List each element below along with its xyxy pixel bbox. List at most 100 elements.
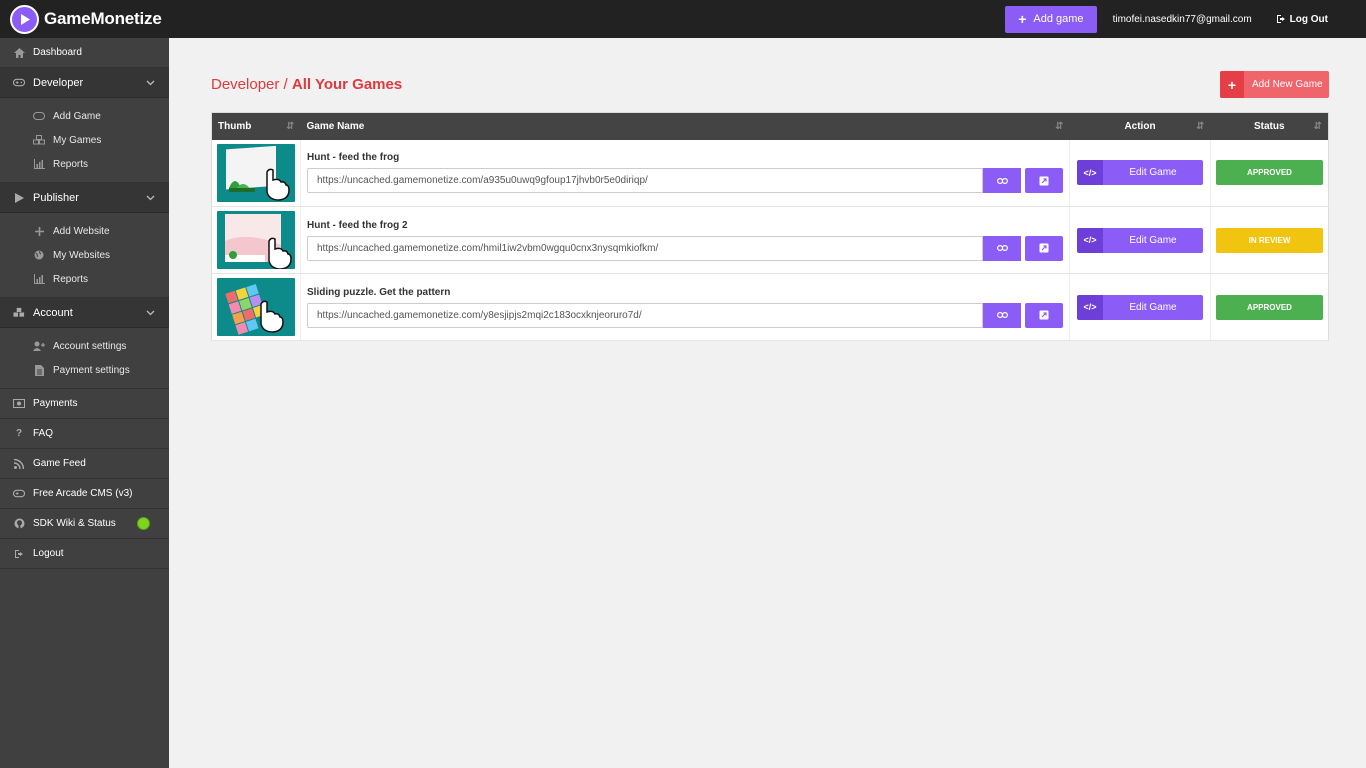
rss-icon — [13, 458, 25, 470]
sidebar-item-account-settings[interactable]: Account settings — [0, 334, 169, 358]
sidebar-item-game-feed[interactable]: Game Feed — [0, 449, 169, 479]
add-game-label: Add game — [1033, 13, 1084, 25]
add-new-game-button[interactable]: + Add New Game — [1220, 71, 1329, 98]
sidebar-item-add-website[interactable]: Add Website — [0, 219, 169, 243]
column-header-label: Thumb — [218, 120, 252, 132]
page-title: All Your Games — [291, 76, 403, 93]
sidebar: Dashboard Developer Add Game My Games Re… — [0, 38, 169, 768]
sidebar-item-dashboard[interactable]: Dashboard — [0, 38, 169, 68]
action-cell: </> Edit Game — [1069, 139, 1211, 207]
column-header-label: Action — [1124, 120, 1156, 132]
logo[interactable]: GameMonetize — [0, 0, 169, 38]
cubes-icon — [33, 134, 45, 146]
sidebar-item-label: Logout — [33, 548, 64, 559]
game-url-field[interactable]: https://uncached.gamemonetize.com/hmil1i… — [307, 235, 983, 261]
play-logo-icon — [10, 4, 39, 34]
sidebar-item-reports[interactable]: Reports — [0, 152, 169, 176]
add-new-game-label: Add New Game — [1252, 79, 1323, 90]
home-icon — [13, 47, 25, 59]
external-link-icon — [1039, 310, 1049, 320]
money-icon — [13, 398, 25, 410]
open-link-button[interactable] — [1025, 302, 1063, 328]
game-thumbnail[interactable] — [217, 211, 295, 269]
top-bar: GameMonetize + Add game timofei.nasedkin… — [0, 0, 1366, 38]
external-link-icon — [1039, 176, 1049, 186]
logout-label: Log Out — [1289, 13, 1328, 25]
sort-icon[interactable]: ⇵ — [1055, 121, 1063, 132]
status-cell: APPROVED — [1210, 273, 1329, 341]
sidebar-item-label: Dashboard — [33, 47, 82, 58]
column-header-status[interactable]: Status ⇵ — [1210, 112, 1329, 140]
sort-icon[interactable]: ⇵ — [286, 121, 294, 132]
code-icon: </> — [1077, 227, 1103, 253]
column-header-action[interactable]: Action ⇵ — [1069, 112, 1211, 140]
thumb-cell — [211, 273, 301, 341]
open-link-button[interactable] — [1025, 168, 1063, 194]
logo-text: GameMonetize — [44, 9, 162, 28]
game-thumbnail[interactable] — [217, 278, 295, 336]
sidebar-item-faq[interactable]: ? FAQ — [0, 419, 169, 449]
gamepad-icon — [13, 488, 25, 500]
logout-button[interactable]: Log Out — [1276, 14, 1328, 25]
sidebar-section-publisher[interactable]: Publisher — [0, 183, 169, 213]
sidebar-item-sdk-wiki[interactable]: SDK Wiki & Status — [0, 509, 169, 539]
edit-game-label: Edit Game — [1103, 227, 1203, 253]
sidebar-item-my-websites[interactable]: My Websites — [0, 243, 169, 267]
name-cell: Hunt - feed the frog https://uncached.ga… — [300, 139, 1070, 207]
column-header-game-name[interactable]: Game Name ⇵ — [300, 112, 1070, 140]
sidebar-item-label: Account settings — [53, 340, 127, 352]
sidebar-item-label: Reports — [53, 158, 89, 170]
add-game-button[interactable]: + Add game — [1005, 5, 1097, 33]
user-plus-icon — [33, 340, 45, 352]
sidebar-section-developer[interactable]: Developer — [0, 68, 169, 98]
game-url-field[interactable]: https://uncached.gamemonetize.com/a935u0… — [307, 168, 983, 194]
account-submenu: Account settings Payment settings — [0, 328, 169, 389]
sidebar-item-logout[interactable]: Logout — [0, 539, 169, 569]
sidebar-section-account[interactable]: Account — [0, 298, 169, 328]
column-header-label: Game Name — [306, 120, 365, 132]
edit-game-button[interactable]: </> Edit Game — [1077, 227, 1203, 253]
sidebar-item-my-games[interactable]: My Games — [0, 128, 169, 152]
sidebar-item-label: Payment settings — [53, 364, 130, 376]
sidebar-section-label: Developer — [33, 76, 84, 89]
sidebar-item-label: Payments — [33, 398, 78, 409]
game-url-field[interactable]: https://uncached.gamemonetize.com/y8esji… — [307, 302, 983, 328]
sidebar-item-label: Free Arcade CMS (v3) — [33, 488, 133, 499]
game-thumbnail[interactable] — [217, 143, 295, 202]
sidebar-item-payment-settings[interactable]: Payment settings — [0, 358, 169, 382]
column-header-thumb[interactable]: Thumb ⇵ — [211, 112, 301, 140]
edit-game-button[interactable]: </> Edit Game — [1077, 160, 1203, 186]
sidebar-section-label: Account — [33, 306, 73, 319]
edit-game-button[interactable]: </> Edit Game — [1077, 294, 1203, 320]
logout-icon — [1276, 15, 1285, 23]
gamepad-icon — [13, 77, 25, 89]
sort-icon[interactable]: ⇵ — [1196, 121, 1204, 132]
plus-icon — [33, 225, 45, 237]
cubes-icon — [13, 307, 25, 319]
sidebar-item-publisher-reports[interactable]: Reports — [0, 267, 169, 291]
chevron-down-icon — [146, 308, 155, 318]
open-link-button[interactable] — [1025, 235, 1063, 261]
user-email[interactable]: timofei.nasedkin77@gmail.com — [1113, 14, 1252, 25]
sidebar-item-label: Add Website — [53, 225, 110, 237]
link-icon — [996, 177, 1008, 184]
thumb-cell — [211, 139, 301, 207]
sidebar-item-free-arcade-cms[interactable]: Free Arcade CMS (v3) — [0, 479, 169, 509]
game-name: Hunt - feed the frog 2 — [307, 219, 408, 231]
plus-icon: + — [1018, 11, 1027, 27]
sidebar-item-payments[interactable]: Payments — [0, 389, 169, 419]
plus-icon: + — [1220, 71, 1244, 98]
status-badge: IN REVIEW — [1216, 227, 1323, 253]
copy-link-button[interactable] — [983, 168, 1021, 194]
copy-link-button[interactable] — [983, 235, 1021, 261]
link-icon — [996, 245, 1008, 251]
copy-link-button[interactable] — [983, 302, 1021, 328]
document-icon — [33, 364, 45, 376]
play-icon — [13, 192, 25, 204]
sidebar-item-label: My Games — [53, 134, 102, 146]
breadcrumb-parent[interactable]: Developer — [211, 76, 279, 93]
status-cell: APPROVED — [1210, 139, 1329, 207]
table-header-row: Thumb ⇵ Game Name ⇵ Action ⇵ Status ⇵ — [211, 112, 1329, 140]
sidebar-item-add-game[interactable]: Add Game — [0, 104, 169, 128]
sort-icon[interactable]: ⇵ — [1314, 121, 1322, 132]
